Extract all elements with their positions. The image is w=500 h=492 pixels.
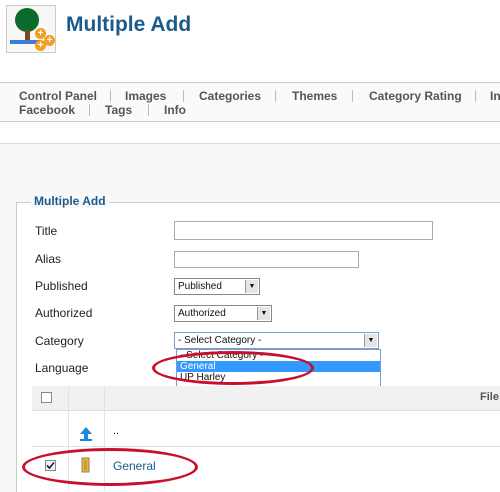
nav-tags[interactable]: Tags xyxy=(105,103,132,117)
nav-separator xyxy=(89,104,90,116)
alias-label: Alias xyxy=(35,252,62,266)
component-logo-icon: + + + xyxy=(6,5,56,53)
annotation-ellipse xyxy=(22,448,198,486)
title-input[interactable] xyxy=(174,221,433,240)
table-header xyxy=(32,386,500,411)
nav-separator xyxy=(110,90,111,102)
plus-icon: + xyxy=(35,40,46,51)
nav-category-rating[interactable]: Category Rating xyxy=(369,89,462,103)
nav-info-truncated[interactable]: In xyxy=(490,89,500,103)
page-title: Multiple Add xyxy=(66,13,192,36)
chevron-down-icon: ▼ xyxy=(245,280,258,293)
alias-input[interactable] xyxy=(174,251,359,268)
published-label: Published xyxy=(35,279,88,293)
nav-control-panel[interactable]: Control Panel xyxy=(19,89,97,103)
nav-themes[interactable]: Themes xyxy=(292,89,337,103)
published-select-value: Published xyxy=(178,281,222,292)
parent-folder-link[interactable]: .. xyxy=(113,425,119,437)
language-label: Language xyxy=(35,361,89,375)
nav-separator xyxy=(275,90,276,102)
fieldset-legend: Multiple Add xyxy=(31,194,109,208)
tree-icon xyxy=(15,8,39,32)
category-select[interactable]: - Select Category - ▼ xyxy=(174,332,379,349)
title-label: Title xyxy=(35,224,58,238)
nav-facebook[interactable]: Facebook xyxy=(19,103,75,117)
category-label: Category xyxy=(35,334,84,348)
authorized-select-value: Authorized xyxy=(178,308,226,319)
published-select[interactable]: Published ▼ xyxy=(174,278,260,295)
nav-images[interactable]: Images xyxy=(125,89,166,103)
file-column-header: File xyxy=(480,391,499,403)
row-divider xyxy=(32,446,500,447)
nav-categories[interactable]: Categories xyxy=(199,89,261,103)
nav-separator xyxy=(148,104,149,116)
select-all-checkbox[interactable] xyxy=(41,392,52,403)
category-select-value: - Select Category - xyxy=(178,335,262,346)
nav-info[interactable]: Info xyxy=(164,103,186,117)
nav-separator xyxy=(352,90,353,102)
folder-up-icon[interactable] xyxy=(78,426,94,442)
nav-separator xyxy=(183,90,184,102)
nav-separator xyxy=(475,90,476,102)
annotation-ellipse xyxy=(152,351,314,385)
chevron-down-icon: ▼ xyxy=(364,334,377,347)
chevron-down-icon: ▼ xyxy=(257,307,270,320)
authorized-label: Authorized xyxy=(35,306,93,320)
authorized-select[interactable]: Authorized ▼ xyxy=(174,305,272,322)
